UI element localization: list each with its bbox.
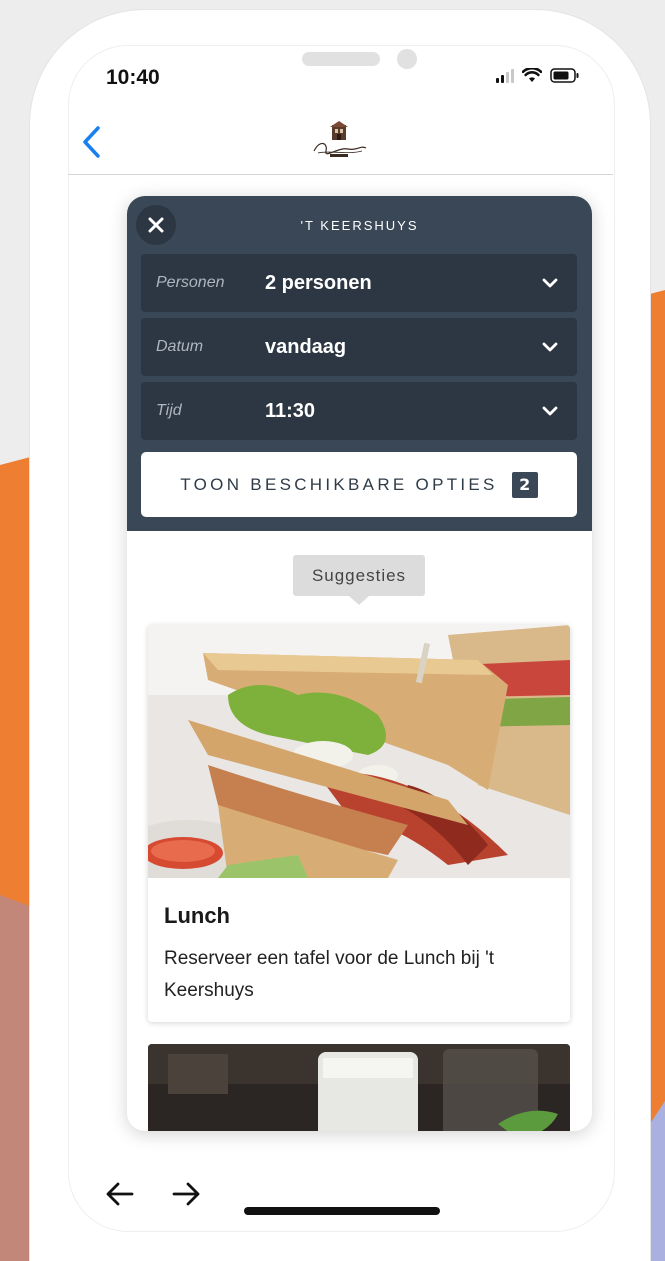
reservation-widget: 'T KEERSHUYS Personen 2 personen Datum v…: [127, 196, 592, 1131]
wifi-icon: [522, 68, 542, 82]
persons-value: 2 personen: [265, 272, 372, 294]
back-chevron-icon[interactable]: [78, 124, 108, 160]
persons-select[interactable]: Personen 2 personen: [141, 254, 577, 312]
chevron-down-icon: [542, 278, 558, 288]
status-time: 10:40: [106, 66, 160, 89]
date-label: Datum: [156, 338, 204, 355]
chevron-down-icon: [542, 406, 558, 416]
time-value: 11:30: [265, 400, 316, 422]
card-title: Lunch: [164, 903, 230, 928]
time-label: Tijd: [156, 402, 182, 419]
show-options-label: TOON BESCHIKBARE OPTIES: [180, 474, 498, 494]
lunch-card[interactable]: Lunch Reserveer een tafel voor de Lunch …: [148, 625, 570, 1022]
chevron-down-icon: [542, 342, 558, 352]
suggestions-label: Suggesties: [293, 555, 425, 605]
widget-title: 'T KEERSHUYS: [300, 218, 419, 233]
persons-label: Personen: [156, 274, 225, 291]
keershuys-logo: [313, 121, 367, 157]
home-indicator[interactable]: [244, 1207, 440, 1215]
battery-icon: [550, 68, 579, 83]
front-camera: [397, 49, 417, 69]
sandwich-image: [148, 625, 570, 878]
date-select[interactable]: Datum vandaag: [141, 318, 577, 376]
time-select[interactable]: Tijd 11:30: [141, 382, 577, 440]
arrow-right-icon[interactable]: [170, 1180, 202, 1208]
date-value: vandaag: [265, 336, 347, 358]
drinks-image[interactable]: [148, 1044, 570, 1131]
status-icons: [496, 68, 580, 83]
arrow-left-icon[interactable]: [104, 1180, 136, 1208]
nav-divider: [68, 174, 613, 175]
speaker-grille: [302, 52, 380, 66]
options-count-badge: 2: [511, 471, 538, 498]
card-description: Reserveer een tafel voor de Lunch bij 't…: [164, 948, 494, 1001]
show-options-button[interactable]: TOON BESCHIKBARE OPTIES 2: [141, 452, 577, 517]
widget-header: 'T KEERSHUYS Personen 2 personen Datum v…: [127, 196, 592, 531]
cellular-signal-icon: [496, 68, 514, 83]
